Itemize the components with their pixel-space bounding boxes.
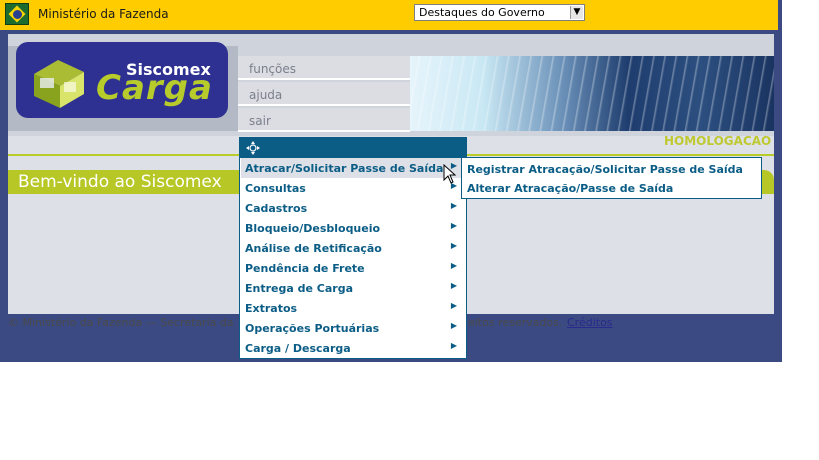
menu-item-operacoes[interactable]: Operações Portuárias ▶ bbox=[241, 318, 465, 338]
menu-item-consultas[interactable]: Consultas ▶ bbox=[241, 178, 465, 198]
menu-item-entrega[interactable]: Entrega de Carga ▶ bbox=[241, 278, 465, 298]
chevron-right-icon: ▶ bbox=[450, 201, 457, 210]
menu-item-label: Bloqueio/Desbloqueio bbox=[245, 222, 381, 235]
menu-item-pendencia[interactable]: Pendência de Frete ▶ bbox=[241, 258, 465, 278]
brazil-flag-icon bbox=[5, 3, 29, 25]
footer-text-right: eitos reservados. bbox=[468, 316, 563, 329]
destaques-select[interactable]: Destaques do Governo ▼ bbox=[414, 4, 585, 21]
menu-item-label: Atracar/Solicitar Passe de Saída bbox=[245, 162, 444, 175]
chevron-right-icon: ▶ bbox=[450, 241, 457, 250]
mouse-cursor-icon bbox=[443, 164, 457, 184]
chevron-right-icon: ▶ bbox=[450, 281, 457, 290]
menu-item-label: Extratos bbox=[245, 302, 298, 315]
menu-item-bloqueio[interactable]: Bloqueio/Desbloqueio ▶ bbox=[241, 218, 465, 238]
chevron-right-icon: ▶ bbox=[450, 301, 457, 310]
welcome-title: Bem-vindo ao Siscomex bbox=[18, 172, 222, 192]
chevron-right-icon: ▶ bbox=[450, 221, 457, 230]
menu-item-extratos[interactable]: Extratos ▶ bbox=[241, 298, 465, 318]
menu-item-label: Carga / Descarga bbox=[245, 342, 351, 355]
environment-label: HOMOLOGACAO bbox=[664, 134, 772, 148]
menu-item-cadastros[interactable]: Cadastros ▶ bbox=[241, 198, 465, 218]
chevron-right-icon: ▶ bbox=[450, 321, 457, 330]
menu-item-label: Pendência de Frete bbox=[245, 262, 365, 275]
menu-item-label: Entrega de Carga bbox=[245, 282, 353, 295]
menu-item-label: Cadastros bbox=[245, 202, 308, 215]
chevron-right-icon: ▶ bbox=[450, 341, 457, 350]
dropdown-menu: Atracar/Solicitar Passe de Saída ▶ Consul… bbox=[239, 137, 467, 359]
menu-item-atracar[interactable]: Atracar/Solicitar Passe de Saída ▶ bbox=[241, 158, 465, 178]
menu-header bbox=[240, 138, 466, 158]
footer-text-left: © Ministério da Fazenda — Secretaria da bbox=[8, 316, 234, 329]
top-bar: Ministério da Fazenda Destaques do Gover… bbox=[0, 0, 778, 30]
menu-item-carga-descarga[interactable]: Carga / Descarga ▶ bbox=[241, 338, 465, 358]
ministry-label: Ministério da Fazenda bbox=[38, 7, 169, 21]
logo-text-carga: Carga bbox=[96, 68, 213, 108]
nav-funcoes[interactable]: funções bbox=[238, 56, 410, 80]
chevron-down-icon[interactable]: ▼ bbox=[570, 6, 583, 19]
move-icon[interactable] bbox=[246, 141, 260, 155]
cube-logo-icon bbox=[34, 60, 84, 108]
chevron-right-icon: ▶ bbox=[450, 261, 457, 270]
menu-item-label: Consultas bbox=[245, 182, 306, 195]
nav-sair[interactable]: sair bbox=[238, 108, 410, 132]
creditos-link[interactable]: Créditos bbox=[567, 316, 613, 329]
nav-ajuda[interactable]: ajuda bbox=[238, 82, 410, 106]
submenu-item-alterar[interactable]: Alterar Atracação/Passe de Saída bbox=[467, 182, 673, 195]
menu-item-label: Operações Portuárias bbox=[245, 322, 380, 335]
menu-item-label: Análise de Retificação bbox=[245, 242, 382, 255]
submenu: Registrar Atracação/Solicitar Passe de S… bbox=[461, 157, 762, 199]
menu-item-analise[interactable]: Análise de Retificação ▶ bbox=[241, 238, 465, 258]
submenu-item-registrar[interactable]: Registrar Atracação/Solicitar Passe de S… bbox=[467, 163, 743, 176]
header-photo bbox=[410, 56, 774, 131]
destaques-select-value: Destaques do Governo bbox=[419, 6, 545, 19]
